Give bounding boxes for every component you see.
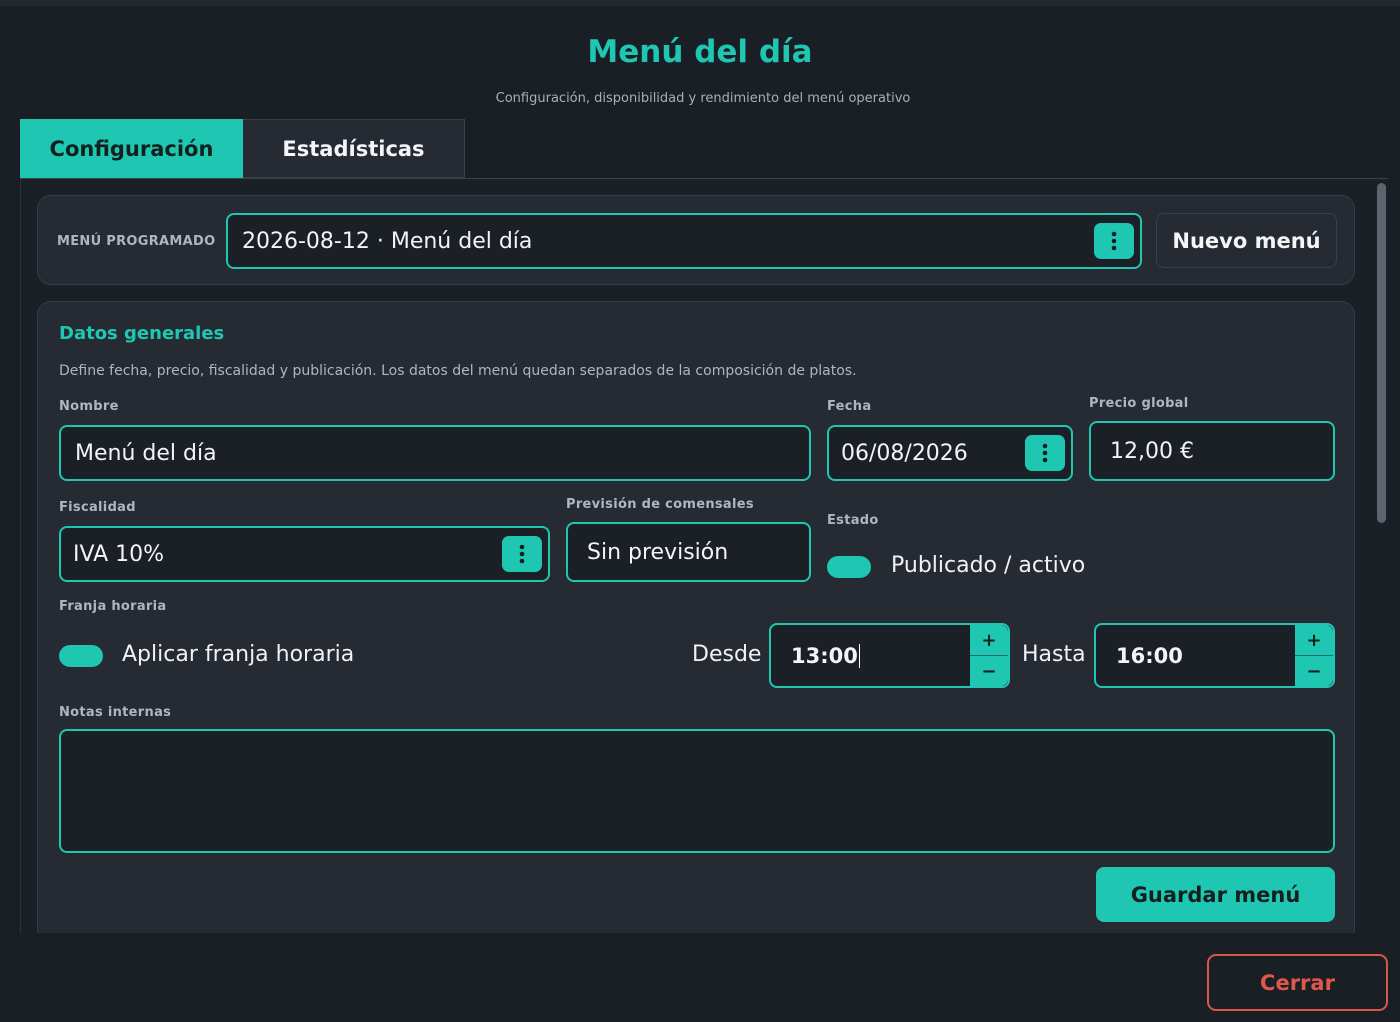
fecha-label: Fecha <box>827 399 872 414</box>
precio-value: 12,00 € <box>1110 438 1194 464</box>
fecha-input[interactable]: 06/08/2026 <box>827 425 1073 481</box>
section-title: Datos generales <box>59 323 225 344</box>
config-panel: MENÚ PROGRAMADO 2026-08-12 · Menú del dí… <box>20 178 1388 933</box>
text-caret <box>858 643 860 668</box>
estado-label: Estado <box>827 513 879 528</box>
new-menu-button[interactable]: Nuevo menú <box>1156 213 1337 268</box>
fiscalidad-select[interactable]: IVA 10% <box>59 526 550 582</box>
nombre-input[interactable]: Menú del día <box>59 425 811 481</box>
scheduled-menu-value: 2026-08-12 · Menú del día <box>242 228 533 254</box>
comensales-value: Sin previsión <box>587 539 729 565</box>
fecha-value: 06/08/2026 <box>841 440 968 466</box>
hasta-decrement-button[interactable]: − <box>1295 656 1333 686</box>
scrollbar[interactable] <box>1374 179 1388 933</box>
close-button[interactable]: Cerrar <box>1207 954 1388 1011</box>
fiscalidad-label: Fiscalidad <box>59 500 136 515</box>
desde-decrement-button[interactable]: − <box>970 656 1008 686</box>
nombre-label: Nombre <box>59 399 119 414</box>
hasta-label: Hasta <box>1022 642 1086 667</box>
estado-toggle-label: Publicado / activo <box>891 553 1086 578</box>
save-menu-button[interactable]: Guardar menú <box>1096 867 1335 922</box>
fiscalidad-options-icon[interactable] <box>502 536 542 572</box>
precio-input[interactable]: 12,00 € <box>1089 421 1335 481</box>
desde-label: Desde <box>692 642 762 667</box>
page-title: Menú del día <box>587 34 813 70</box>
notas-label: Notas internas <box>59 705 172 720</box>
desde-value: 13:00 <box>791 643 858 668</box>
section-description: Define fecha, precio, fiscalidad y publi… <box>59 363 857 379</box>
nombre-value: Menú del día <box>75 440 217 466</box>
precio-label: Precio global <box>1089 396 1189 411</box>
general-data-card: Datos generales Define fecha, precio, fi… <box>37 301 1355 933</box>
fiscalidad-value: IVA 10% <box>73 541 165 567</box>
franja-label: Franja horaria <box>59 599 167 614</box>
page-subtitle: Configuración, disponibilidad y rendimie… <box>495 91 911 106</box>
hasta-increment-button[interactable]: + <box>1295 625 1333 655</box>
tab-estadisticas[interactable]: Estadísticas <box>243 119 465 178</box>
hasta-value: 16:00 <box>1116 643 1183 668</box>
scheduled-menu-label: MENÚ PROGRAMADO <box>57 234 216 249</box>
franja-toggle-label: Aplicar franja horaria <box>122 642 355 667</box>
date-picker-icon[interactable] <box>1025 435 1065 471</box>
tab-configuracion[interactable]: Configuración <box>20 119 243 178</box>
more-options-icon[interactable] <box>1094 223 1134 259</box>
scheduled-menu-select[interactable]: 2026-08-12 · Menú del día <box>226 213 1142 269</box>
scheduled-menu-card: MENÚ PROGRAMADO 2026-08-12 · Menú del dí… <box>37 195 1355 285</box>
hasta-stepper: + − <box>1295 625 1333 686</box>
scrollbar-thumb[interactable] <box>1377 183 1386 523</box>
franja-toggle[interactable] <box>59 645 103 667</box>
desde-time-input[interactable]: 13:00 + − <box>769 623 1010 688</box>
comensales-label: Previsión de comensales <box>566 497 754 512</box>
window-top-border <box>0 0 1400 6</box>
notas-textarea[interactable] <box>59 729 1335 853</box>
desde-increment-button[interactable]: + <box>970 625 1008 655</box>
hasta-time-input[interactable]: 16:00 + − <box>1094 623 1335 688</box>
estado-toggle[interactable] <box>827 556 871 578</box>
comensales-input[interactable]: Sin previsión <box>566 522 811 582</box>
desde-stepper: + − <box>970 625 1008 686</box>
